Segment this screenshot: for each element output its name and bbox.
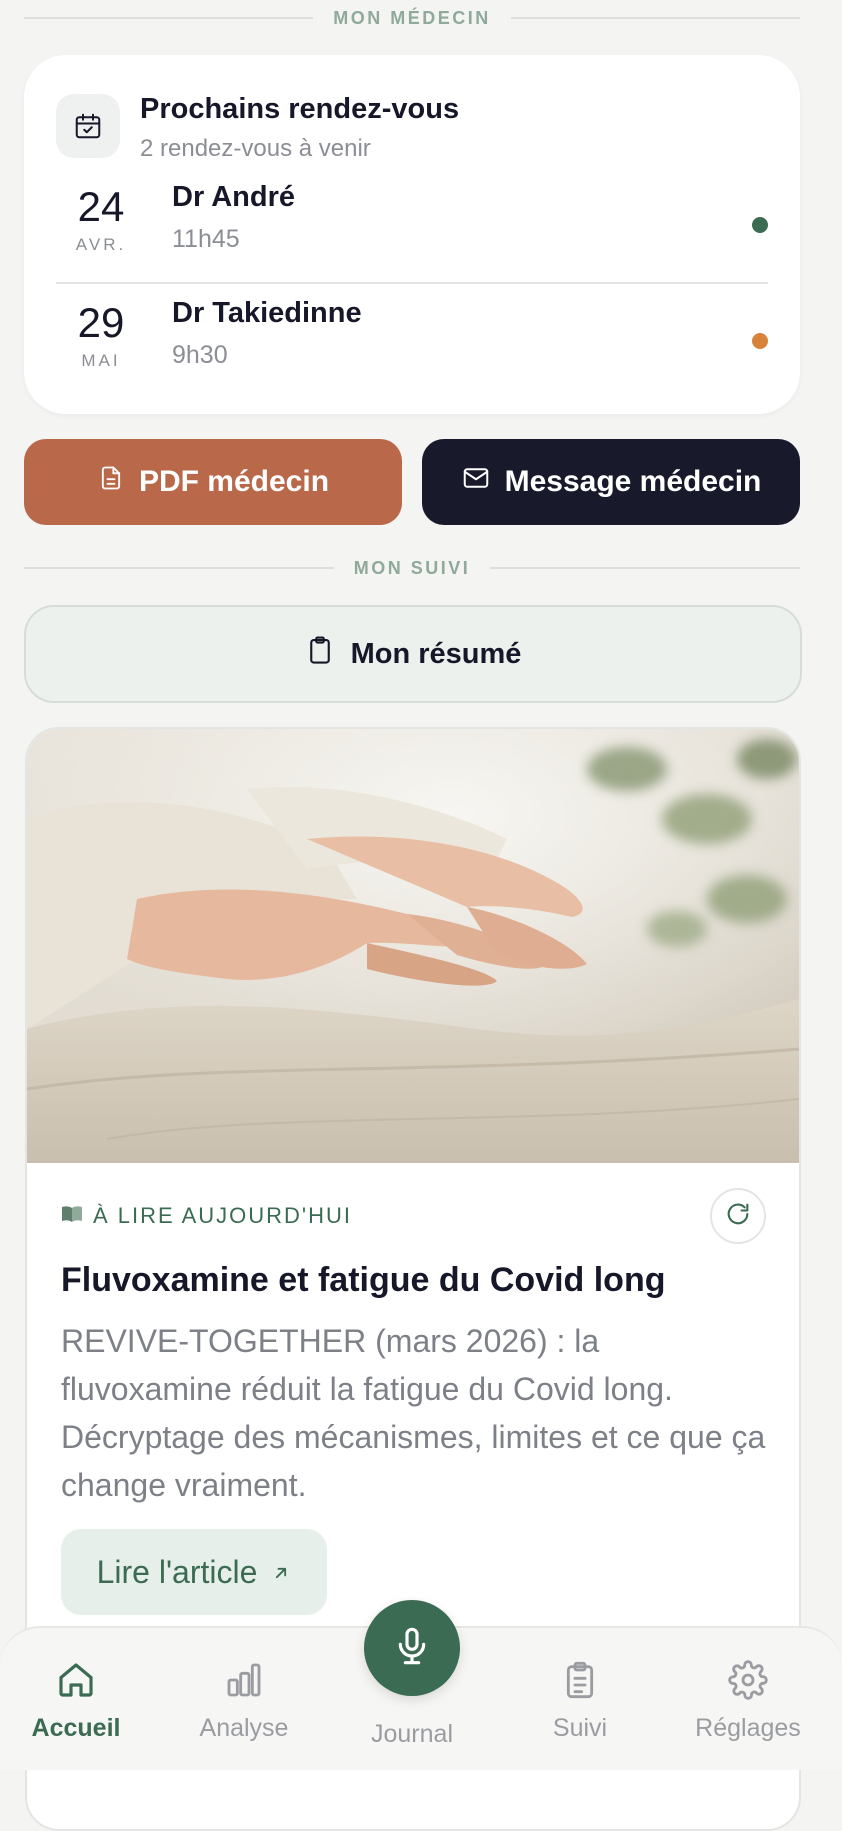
nav-label-tracking: Suivi <box>552 1714 608 1742</box>
message-doctor-label: Message médecin <box>504 465 762 498</box>
appointment-day: 29 <box>77 299 125 346</box>
status-dot <box>752 217 768 233</box>
appointment-month: MAI <box>81 351 121 370</box>
appointment-doctor: Dr Takiedinne <box>172 297 362 329</box>
clipboard-icon <box>305 635 335 673</box>
appointment-item[interactable]: 24 AVR. Dr André 11h45 <box>56 173 768 273</box>
appointment-time: 11h45 <box>172 225 240 253</box>
section-divider-doctor: MON MÉDECIN <box>24 8 800 28</box>
section-title-tracking: MON SUIVI <box>353 557 471 578</box>
bar-chart-icon <box>169 1658 319 1702</box>
appointment-month: AVR. <box>75 235 127 254</box>
appointments-title: Prochains rendez-vous <box>140 93 460 125</box>
pdf-doctor-label: PDF médecin <box>138 465 330 498</box>
nav-label-analysis: Analyse <box>199 1714 289 1742</box>
message-doctor-button[interactable]: Message médecin <box>422 439 800 525</box>
read-article-button[interactable]: Lire l'article <box>61 1529 327 1615</box>
article-description: REVIVE-TOGETHER (mars 2026) : la fluvoxa… <box>61 1323 766 1503</box>
status-dot <box>752 333 768 349</box>
document-icon <box>97 464 125 500</box>
clipboard-list-icon <box>505 1658 655 1702</box>
nav-item-home[interactable]: Accueil <box>1 1658 151 1743</box>
refresh-icon <box>724 1200 752 1233</box>
article-image <box>27 729 799 1163</box>
nav-item-settings[interactable]: Réglages <box>673 1658 823 1743</box>
microphone-icon <box>392 1626 432 1671</box>
book-icon <box>61 1203 83 1229</box>
appointment-day: 24 <box>77 183 125 230</box>
home-icon <box>1 1658 151 1702</box>
summary-button[interactable]: Mon résumé <box>24 605 802 703</box>
nav-item-tracking[interactable]: Suivi <box>505 1658 655 1743</box>
appointments-card: Prochains rendez-vous 2 rendez-vous à ve… <box>24 55 800 414</box>
nav-label-journal: Journal <box>371 1720 453 1748</box>
appointment-time: 9h30 <box>172 341 228 369</box>
gear-icon <box>673 1658 823 1702</box>
divider <box>56 282 768 284</box>
appointment-item[interactable]: 29 MAI Dr Takiedinne 9h30 <box>56 289 768 389</box>
appointment-doctor: Dr André <box>172 181 295 213</box>
calendar-icon <box>56 94 120 158</box>
article-tag: À LIRE AUJOURD'HUI <box>61 1203 352 1229</box>
journal-mic-button[interactable] <box>364 1600 460 1696</box>
refresh-button[interactable] <box>710 1188 766 1244</box>
arrow-up-right-icon <box>271 1554 291 1591</box>
pdf-doctor-button[interactable]: PDF médecin <box>24 439 402 525</box>
read-article-label: Lire l'article <box>96 1553 258 1590</box>
nav-label-home: Accueil <box>31 1714 121 1742</box>
summary-label: Mon résumé <box>350 637 522 670</box>
article-tag-label: À LIRE AUJOURD'HUI <box>93 1203 353 1228</box>
section-title-doctor: MON MÉDECIN <box>333 7 491 28</box>
nav-label-settings: Réglages <box>695 1714 801 1742</box>
appointments-subtitle: 2 rendez-vous à venir <box>140 135 371 162</box>
article-title: Fluvoxamine et fatigue du Covid long <box>61 1261 666 1299</box>
hands-on-linen-photo <box>27 729 799 1163</box>
section-divider-tracking: MON SUIVI <box>24 557 801 578</box>
mail-icon <box>461 463 491 501</box>
nav-item-analysis[interactable]: Analyse <box>169 1658 319 1743</box>
